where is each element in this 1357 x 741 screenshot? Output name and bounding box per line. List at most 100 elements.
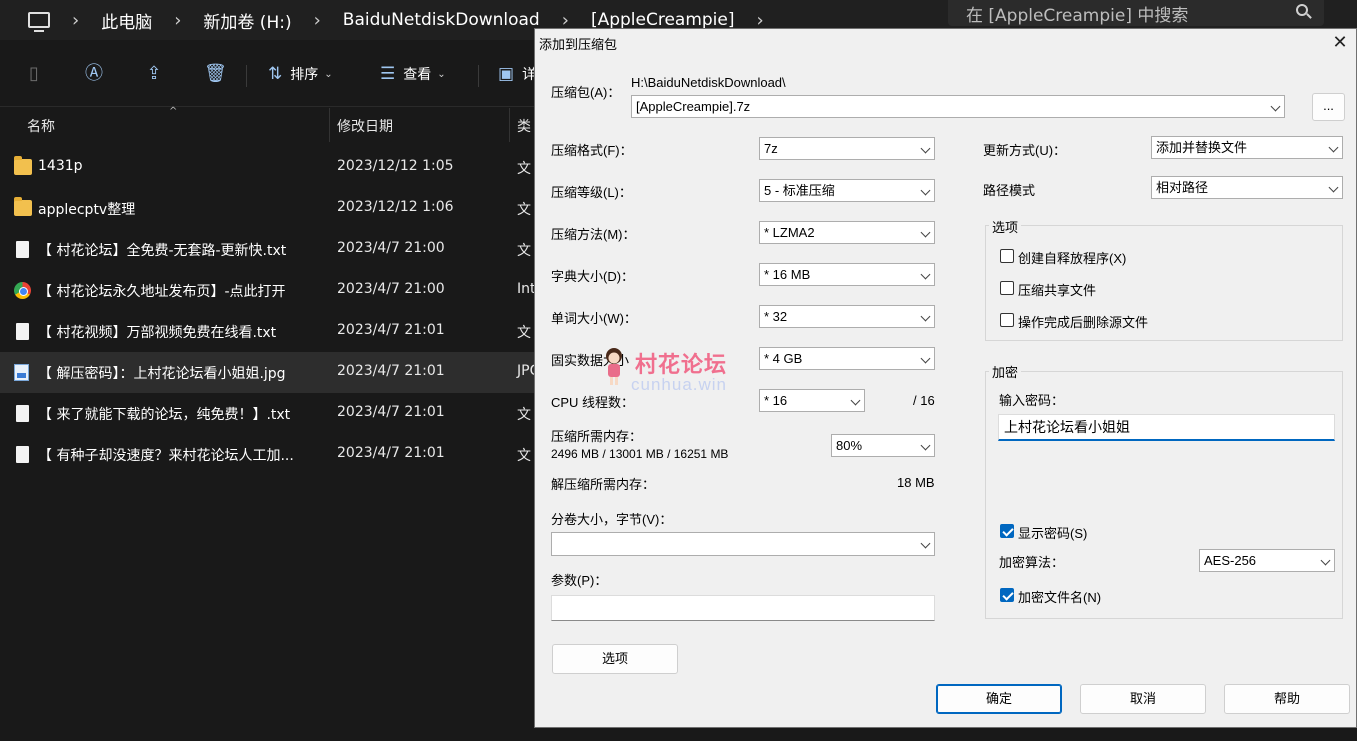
- watermark-subtitle: cunhua.win: [631, 375, 728, 394]
- show-password-checkbox[interactable]: [1000, 524, 1014, 538]
- update-mode-label: 更新方式(U)：: [983, 143, 1067, 158]
- file-row[interactable]: 【 村花论坛永久地址发布页】-点此打开 2023/4/7 21:00 Int: [0, 270, 540, 311]
- column-date[interactable]: 修改日期: [337, 116, 393, 136]
- options-button[interactable]: 选项: [552, 644, 678, 674]
- file-type: 文: [517, 161, 531, 177]
- parameters-input[interactable]: [551, 595, 935, 621]
- archive-name-combo[interactable]: [AppleCreampie].7z: [631, 95, 1285, 118]
- delete-after-label[interactable]: 操作完成后删除源文件: [1018, 312, 1148, 331]
- search-input[interactable]: 在 [AppleCreampie] 中搜索: [948, 0, 1324, 26]
- help-button[interactable]: 帮助: [1224, 684, 1350, 714]
- word-size-select[interactable]: * 32: [759, 305, 935, 328]
- method-value: * LZMA2: [764, 225, 815, 240]
- file-row[interactable]: 【 解压密码】：上村花论坛看小姐姐.jpg 2023/4/7 21:01 JPG: [0, 352, 540, 393]
- file-date: 2023/4/7 21:00: [337, 281, 445, 297]
- chevron-down-icon: [920, 185, 931, 196]
- level-label: 压缩等级(L)：: [551, 185, 632, 200]
- chevron-down-icon[interactable]: [1270, 101, 1281, 112]
- encryption-method-label: 加密算法：: [999, 555, 1065, 570]
- search-icon[interactable]: [1296, 4, 1308, 16]
- options-group-title: 选项: [989, 217, 1022, 236]
- close-icon[interactable]: ✕: [1330, 32, 1350, 52]
- breadcrumb-this-pc[interactable]: 此电脑: [101, 8, 152, 33]
- sfx-label[interactable]: 创建自释放程序(X): [1018, 248, 1126, 267]
- column-divider[interactable]: [509, 108, 510, 142]
- threads-label: CPU 线程数：: [551, 395, 635, 410]
- watermark-logo: 村花论坛 cunhua.win: [606, 347, 781, 397]
- level-select[interactable]: 5 - 标准压缩: [759, 179, 935, 202]
- breadcrumb-drive[interactable]: 新加卷 (H:): [203, 8, 291, 33]
- chevron-down-icon: [920, 269, 931, 280]
- text-file-icon: [16, 405, 29, 422]
- file-name: 【 解压密码】：上村花论坛看小姐姐.jpg: [38, 366, 286, 382]
- chevron-down-icon: [850, 395, 861, 406]
- view-icon: ☰: [380, 64, 396, 84]
- shared-files-label[interactable]: 压缩共享文件: [1018, 280, 1096, 299]
- path-mode-select[interactable]: 相对路径: [1151, 176, 1343, 199]
- file-row[interactable]: applecptv整理 2023/12/12 1:06 文: [0, 188, 540, 229]
- breadcrumb-current[interactable]: [AppleCreampie]: [591, 10, 735, 30]
- file-row[interactable]: 【 有种子却没速度？来村花论坛人工加... 2023/4/7 21:01 文: [0, 434, 540, 475]
- update-mode-select[interactable]: 添加并替换文件: [1151, 136, 1343, 159]
- column-type[interactable]: 类: [517, 116, 531, 136]
- encrypt-names-checkbox[interactable]: [1000, 588, 1014, 602]
- sort-button[interactable]: ⇅ 排序 ⌄: [268, 63, 333, 85]
- text-file-icon: [16, 241, 29, 258]
- encrypt-names-label[interactable]: 加密文件名(N): [1018, 587, 1101, 606]
- delete-icon[interactable]: 🗑: [204, 64, 227, 84]
- share-icon[interactable]: ⇪: [144, 64, 164, 84]
- split-size-combo[interactable]: [551, 532, 935, 556]
- paste-icon[interactable]: ▯: [24, 64, 44, 84]
- file-row[interactable]: 【 村花视频】万部视频免费在线看.txt 2023/4/7 21:01 文: [0, 311, 540, 352]
- image-file-icon: [14, 364, 29, 381]
- file-name: 【 村花论坛】全免费-无套路-更新快.txt: [38, 243, 287, 259]
- decompress-memory-label: 解压缩所需内存：: [551, 477, 656, 492]
- threads-total: / 16: [913, 393, 935, 408]
- dictionary-select[interactable]: * 16 MB: [759, 263, 935, 286]
- file-type: 文: [517, 243, 531, 259]
- rename-icon[interactable]: Ⓐ: [84, 64, 104, 84]
- toolbar-divider: [478, 65, 479, 87]
- word-size-value: * 32: [764, 309, 788, 324]
- cancel-button[interactable]: 取消: [1080, 684, 1206, 714]
- file-row[interactable]: 【 来了就能下载的论坛，纯免费！】.txt 2023/4/7 21:01 文: [0, 393, 540, 434]
- file-row[interactable]: 1431p 2023/12/12 1:05 文: [0, 147, 540, 188]
- solid-size-select[interactable]: * 4 GB: [759, 347, 935, 370]
- password-input[interactable]: 上村花论坛看小姐姐: [998, 414, 1335, 441]
- column-header: ^ 名称 修改日期 类: [0, 106, 540, 142]
- file-type: 文: [517, 202, 531, 218]
- column-name[interactable]: 名称: [27, 116, 55, 136]
- method-select[interactable]: * LZMA2: [759, 221, 935, 244]
- chrome-icon: [14, 282, 31, 299]
- file-name: 【 村花论坛永久地址发布页】-点此打开: [38, 284, 286, 300]
- delete-after-checkbox[interactable]: [1000, 313, 1014, 327]
- chevron-down-icon: [920, 311, 931, 322]
- format-select[interactable]: 7z: [759, 137, 935, 160]
- command-bar: ▯ Ⓐ ⇪ 🗑 ⇅ 排序 ⌄ ☰ 查看 ⌄ ▣ 详: [0, 41, 540, 107]
- computer-icon[interactable]: [28, 12, 50, 32]
- text-file-icon: [16, 446, 29, 463]
- details-button[interactable]: ▣ 详: [498, 63, 536, 85]
- column-divider[interactable]: [329, 108, 330, 142]
- file-date: 2023/12/12 1:06: [337, 199, 454, 215]
- shared-files-checkbox[interactable]: [1000, 281, 1014, 295]
- breadcrumb-folder[interactable]: BaiduNetdiskDownload: [343, 10, 540, 30]
- file-row[interactable]: 【 村花论坛】全免费-无套路-更新快.txt 2023/4/7 21:00 文: [0, 229, 540, 270]
- chevron-right-icon: ›: [174, 9, 182, 31]
- sort-label: 排序: [290, 67, 319, 83]
- sort-caret-icon: ^: [169, 106, 178, 117]
- view-button[interactable]: ☰ 查看 ⌄: [380, 63, 446, 85]
- chevron-down-icon: [920, 143, 931, 154]
- sfx-checkbox[interactable]: [1000, 249, 1014, 263]
- memory-percent-select[interactable]: 80%: [831, 434, 935, 457]
- ok-button[interactable]: 确定: [936, 684, 1062, 714]
- encryption-method-select[interactable]: AES-256: [1199, 549, 1335, 572]
- compress-memory-label: 压缩所需内存：: [551, 429, 643, 444]
- word-size-label: 单词大小(W)：: [551, 311, 637, 326]
- file-name: 【 村花视频】万部视频免费在线看.txt: [38, 325, 277, 341]
- update-mode-value: 添加并替换文件: [1156, 140, 1248, 155]
- browse-button[interactable]: ...: [1312, 93, 1345, 121]
- show-password-label[interactable]: 显示密码(S): [1018, 523, 1087, 542]
- folder-icon: [14, 156, 32, 175]
- cartoon-girl-icon: [606, 348, 622, 385]
